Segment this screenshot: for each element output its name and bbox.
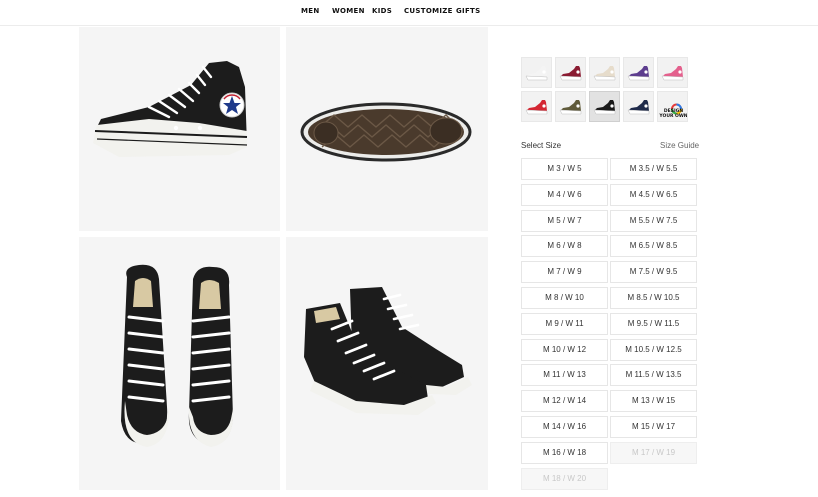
color-swatch-purple[interactable] — [623, 57, 654, 88]
nav-women[interactable]: WOMEN — [332, 7, 365, 15]
size-option-button[interactable]: M 3.5 / W 5.5 — [610, 158, 697, 180]
color-swatch-maroon[interactable] — [555, 57, 586, 88]
size-option-button[interactable]: M 16 / W 18 — [521, 442, 608, 464]
shoe-sole-view-image — [300, 102, 472, 162]
size-option-button: M 18 / W 20 — [521, 468, 608, 490]
size-option-button: M 17 / W 19 — [610, 442, 697, 464]
product-image-pair[interactable] — [286, 237, 488, 490]
shoe-pair-view-image — [304, 287, 472, 415]
size-option-button[interactable]: M 5 / W 7 — [521, 210, 608, 232]
sneaker-icon — [559, 100, 582, 115]
product-image-top[interactable] — [79, 237, 280, 490]
size-option-button[interactable]: M 13 / W 15 — [610, 390, 697, 412]
nav-customize[interactable]: CUSTOMIZE — [404, 7, 453, 15]
sneaker-icon — [559, 66, 582, 81]
color-swatch-pink[interactable] — [657, 57, 688, 88]
shoe-top-view-image — [121, 264, 234, 447]
color-swatch-design-your-own[interactable]: DESIGN YOUR OWN — [657, 91, 688, 122]
size-option-button[interactable]: M 6 / W 8 — [521, 235, 608, 257]
color-swatch-natural-ivory[interactable] — [589, 57, 620, 88]
size-option-button[interactable]: M 12 / W 14 — [521, 390, 608, 412]
size-option-button[interactable]: M 8 / W 10 — [521, 287, 608, 309]
product-image-side[interactable] — [79, 27, 280, 231]
select-size-label: Select Size — [521, 141, 562, 150]
nav-kids[interactable]: KIDS — [372, 7, 392, 15]
nav-gifts[interactable]: GIFTS — [456, 7, 480, 15]
size-option-button[interactable]: M 8.5 / W 10.5 — [610, 287, 697, 309]
sneaker-icon — [627, 100, 650, 115]
color-swatch-black[interactable] — [589, 91, 620, 122]
size-guide-link[interactable]: Size Guide — [660, 141, 699, 150]
size-option-button[interactable]: M 9 / W 11 — [521, 313, 608, 335]
top-nav: MEN WOMEN KIDS CUSTOMIZE GIFTS — [0, 0, 818, 26]
size-option-button[interactable]: M 3 / W 5 — [521, 158, 608, 180]
size-option-button[interactable]: M 6.5 / W 8.5 — [610, 235, 697, 257]
design-your-own-label: DESIGN YOUR OWN — [659, 109, 688, 119]
size-option-button[interactable]: M 7.5 / W 9.5 — [610, 261, 697, 283]
sneaker-icon — [525, 66, 548, 81]
sneaker-icon — [627, 66, 650, 81]
size-option-button[interactable]: M 15 / W 17 — [610, 416, 697, 438]
sneaker-icon — [661, 66, 684, 81]
size-option-button[interactable]: M 11.5 / W 13.5 — [610, 364, 697, 386]
size-option-button[interactable]: M 5.5 / W 7.5 — [610, 210, 697, 232]
sneaker-icon — [593, 66, 616, 81]
sneaker-icon — [593, 100, 616, 115]
shoe-side-view-image — [93, 61, 248, 157]
nav-men[interactable]: MEN — [301, 7, 320, 15]
size-option-button[interactable]: M 4 / W 6 — [521, 184, 608, 206]
color-swatch-navy[interactable] — [623, 91, 654, 122]
size-option-button[interactable]: M 11 / W 13 — [521, 364, 608, 386]
size-option-button[interactable]: M 14 / W 16 — [521, 416, 608, 438]
color-swatch-olive[interactable] — [555, 91, 586, 122]
product-image-sole[interactable] — [286, 27, 488, 231]
size-option-button[interactable]: M 9.5 / W 11.5 — [610, 313, 697, 335]
size-option-button[interactable]: M 10.5 / W 12.5 — [610, 339, 697, 361]
size-option-button[interactable]: M 4.5 / W 6.5 — [610, 184, 697, 206]
color-swatch-white[interactable] — [521, 57, 552, 88]
color-swatch-red[interactable] — [521, 91, 552, 122]
sneaker-icon — [525, 100, 548, 115]
size-option-button[interactable]: M 10 / W 12 — [521, 339, 608, 361]
size-option-button[interactable]: M 7 / W 9 — [521, 261, 608, 283]
